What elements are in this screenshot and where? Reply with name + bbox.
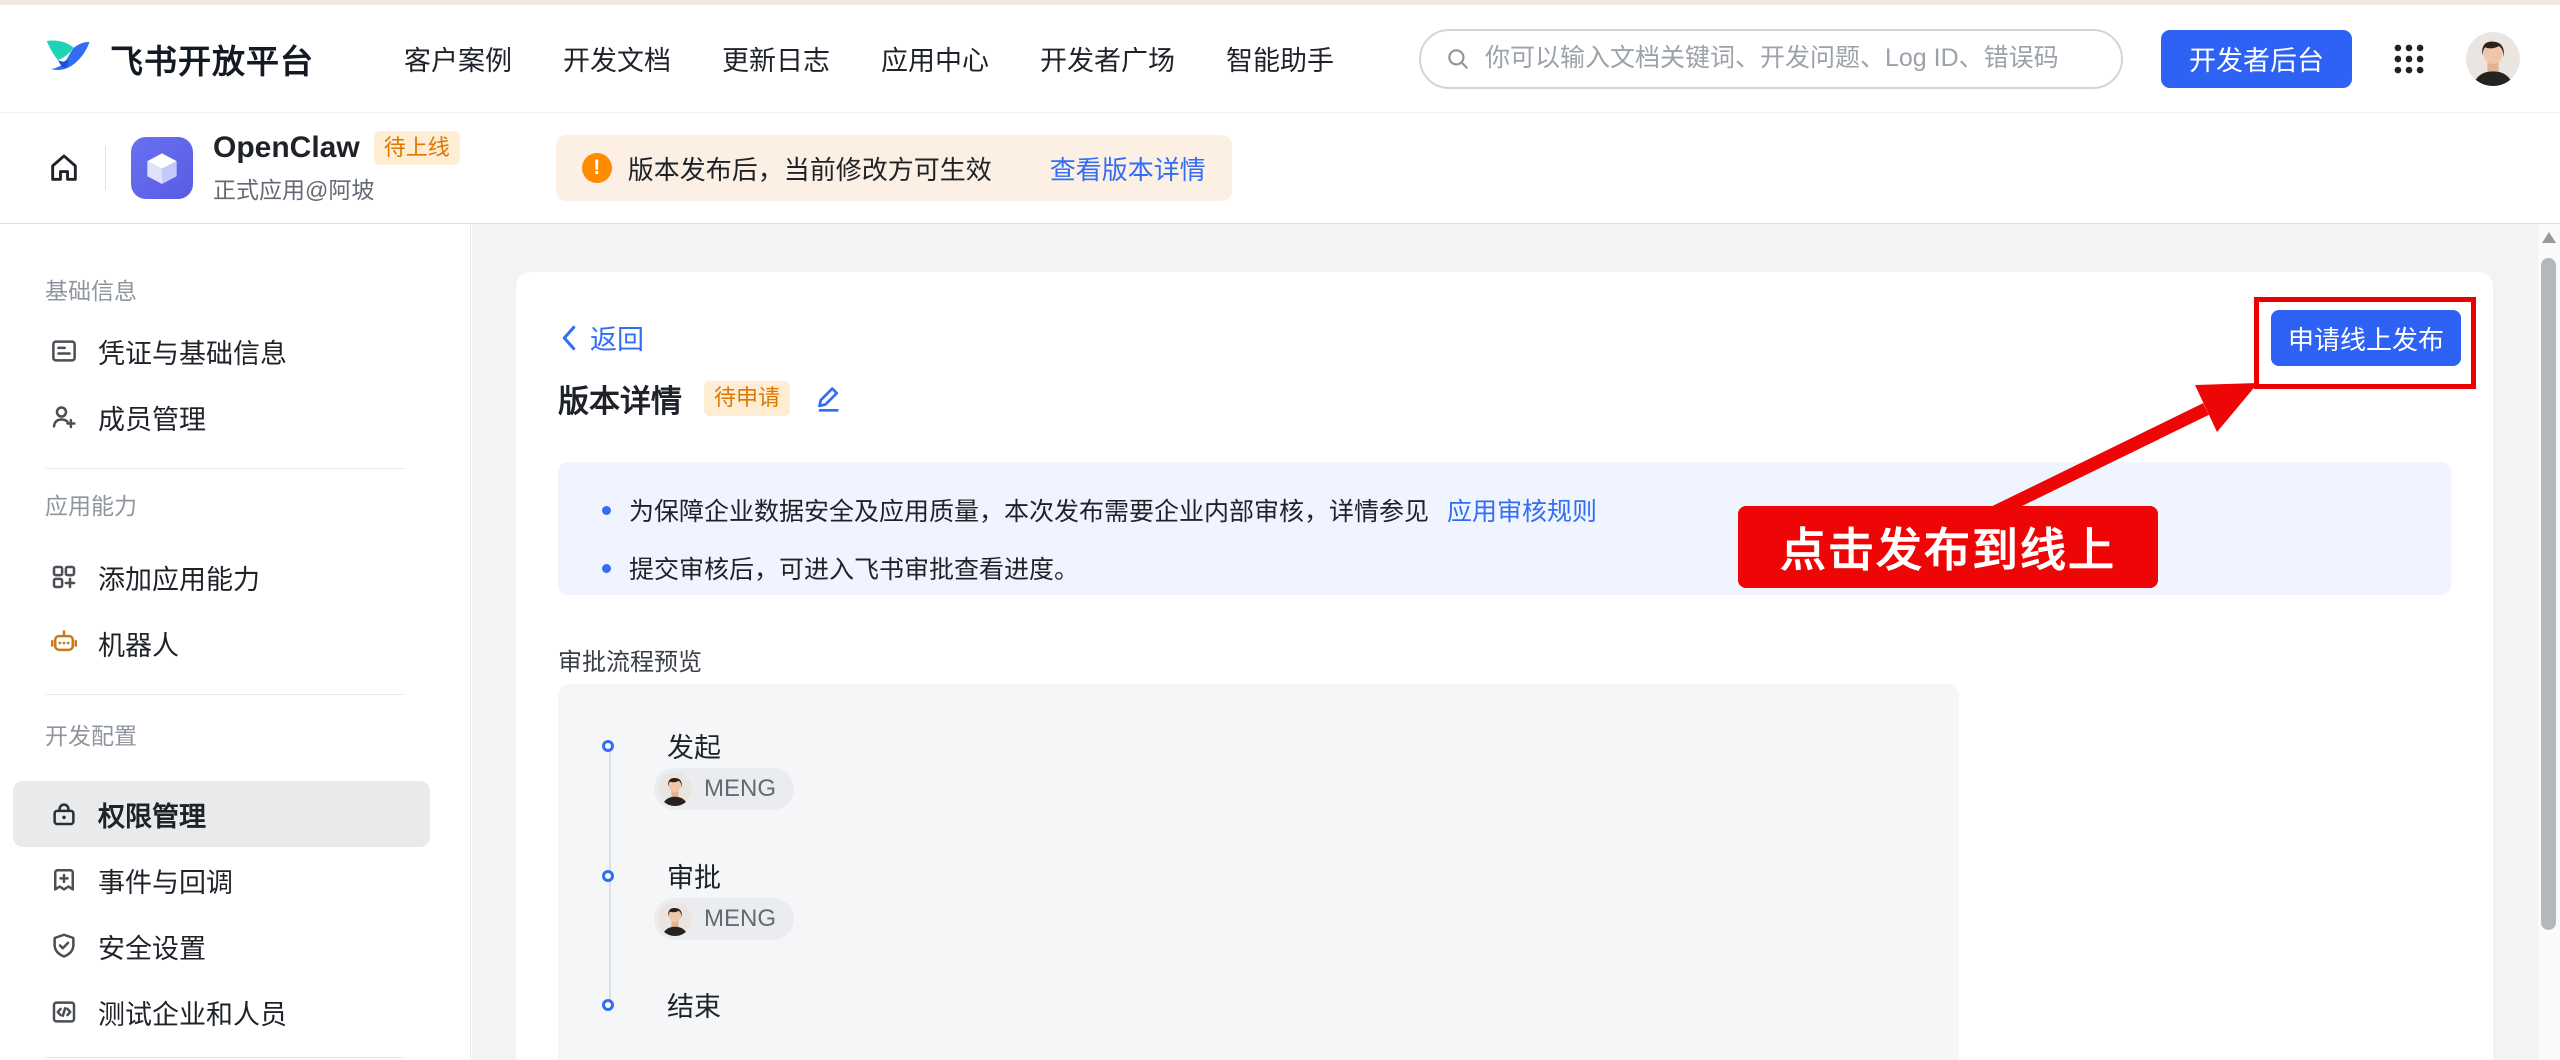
cube-icon	[140, 146, 184, 190]
sidebar-item-label: 测试企业和人员	[98, 993, 287, 1032]
robot-icon	[49, 628, 79, 658]
sidebar-item-label: 成员管理	[98, 398, 206, 437]
flow-step-label: 结束	[667, 985, 721, 1024]
app-subtitle: 正式应用@阿坡	[213, 171, 460, 205]
annotation-label: 点击发布到线上	[1738, 506, 2158, 588]
sidebar: 基础信息 凭证与基础信息 成员管理 应用能力 添加应用能力	[0, 224, 471, 1060]
sidebar-item-label: 权限管理	[98, 795, 206, 834]
user-avatar[interactable]	[2466, 32, 2520, 86]
sidebar-item-permissions[interactable]: 权限管理	[13, 781, 430, 847]
banner-text: 版本发布后，当前修改方可生效	[628, 150, 992, 187]
assignee-name: MENG	[704, 905, 776, 933]
notice-line-2: 提交审核后，可进入飞书审批查看进度。	[629, 550, 1079, 586]
sidebar-item-label: 事件与回调	[98, 861, 233, 900]
search-input[interactable]	[1485, 44, 2097, 73]
sidebar-item-label: 添加应用能力	[98, 558, 260, 597]
top-navbar: 飞书开放平台 客户案例 开发文档 更新日志 应用中心 开发者广场 智能助手 开发…	[0, 5, 2560, 113]
chevron-left-icon	[558, 325, 580, 351]
sidebar-heading-capabilities: 应用能力	[45, 487, 470, 515]
title-row: 版本详情 待申请	[558, 376, 844, 421]
scroll-up-arrow[interactable]	[2542, 232, 2556, 243]
apply-online-release-button[interactable]: 申请线上发布	[2271, 310, 2461, 366]
review-rules-link[interactable]: 应用审核规则	[1447, 492, 1597, 528]
navbar-right: 开发者后台	[1419, 29, 2520, 89]
notice-box: 为保障企业数据安全及应用质量，本次发布需要企业内部审核，详情参见应用审核规则 提…	[558, 462, 2451, 595]
view-version-detail-link[interactable]: 查看版本详情	[1050, 150, 1206, 187]
app-status-badge: 待上线	[374, 131, 460, 165]
search-box[interactable]	[1419, 29, 2123, 89]
version-detail-card: 返回 版本详情 待申请 为保障企业数据安全及应用质量，本次发布需要企业内部审核，…	[516, 272, 2493, 1060]
sidebar-item-bot[interactable]: 机器人	[13, 610, 430, 676]
sidebar-divider	[45, 468, 404, 469]
nav-item-ai-assistant[interactable]: 智能助手	[1226, 39, 1334, 78]
main-content: 返回 版本详情 待申请 为保障企业数据安全及应用质量，本次发布需要企业内部审核，…	[472, 224, 2538, 1060]
status-badge: 待申请	[704, 381, 790, 415]
sidebar-divider	[45, 694, 404, 695]
sidebar-item-security[interactable]: 安全设置	[13, 913, 430, 979]
feishu-logo[interactable]: 飞书开放平台	[40, 32, 314, 86]
assignee-avatar	[658, 902, 692, 936]
sidebar-item-label: 凭证与基础信息	[98, 332, 287, 371]
timeline-node	[602, 740, 614, 752]
flow-step-label: 发起	[667, 726, 721, 765]
app-name: OpenClaw	[213, 131, 360, 165]
header-divider	[105, 146, 106, 190]
bullet-icon	[602, 506, 611, 515]
shield-check-icon	[49, 931, 79, 961]
assignee-name: MENG	[704, 775, 776, 803]
nav-item-docs[interactable]: 开发文档	[563, 39, 671, 78]
assignee-chip: MENG	[654, 898, 794, 940]
timeline-node	[602, 870, 614, 882]
sidebar-item-label: 机器人	[98, 624, 179, 663]
search-icon	[1445, 46, 1471, 72]
nav-item-app-center[interactable]: 应用中心	[881, 39, 989, 78]
home-icon[interactable]	[47, 151, 81, 185]
sidebar-item-test-org[interactable]: 测试企业和人员	[13, 979, 430, 1045]
code-icon	[49, 997, 79, 1027]
approval-flow-heading: 审批流程预览	[558, 642, 702, 677]
nav-item-cases[interactable]: 客户案例	[404, 39, 512, 78]
sidebar-divider	[45, 1057, 404, 1058]
event-callback-icon	[49, 865, 79, 895]
feishu-logo-icon	[40, 32, 94, 86]
developer-console-button[interactable]: 开发者后台	[2161, 30, 2352, 88]
version-warning-banner: ! 版本发布后，当前修改方可生效 查看版本详情	[556, 135, 1232, 201]
grid-add-icon	[49, 562, 79, 592]
assignee-chip: MENG	[654, 768, 794, 810]
sidebar-item-label: 安全设置	[98, 927, 206, 966]
app-header: OpenClaw 待上线 正式应用@阿坡 ! 版本发布后，当前修改方可生效 查看…	[0, 113, 2560, 224]
app-icon	[131, 137, 193, 199]
sidebar-heading-dev-config: 开发配置	[45, 717, 470, 745]
nav-menu: 客户案例 开发文档 更新日志 应用中心 开发者广场 智能助手	[404, 39, 1334, 78]
page-title: 版本详情	[558, 376, 682, 421]
bullet-icon	[602, 564, 611, 573]
approval-flow-panel: 发起 MENG 审批 MENG 结束	[558, 684, 1959, 1060]
notice-line-1: 为保障企业数据安全及应用质量，本次发布需要企业内部审核，详情参见	[629, 492, 1429, 528]
sidebar-heading-basic-info: 基础信息	[45, 272, 470, 300]
sidebar-item-credentials[interactable]: 凭证与基础信息	[13, 318, 430, 384]
nav-item-dev-plaza[interactable]: 开发者广场	[1040, 39, 1175, 78]
back-link[interactable]: 返回	[558, 318, 644, 357]
lock-icon	[49, 799, 79, 829]
apps-grid-icon[interactable]	[2390, 40, 2428, 78]
person-add-icon	[49, 402, 79, 432]
nav-item-changelog[interactable]: 更新日志	[722, 39, 830, 78]
edit-icon[interactable]	[812, 383, 844, 415]
platform-title: 飞书开放平台	[110, 35, 314, 83]
warning-icon: !	[582, 153, 612, 183]
timeline-node	[602, 999, 614, 1011]
vertical-scrollbar[interactable]	[2538, 224, 2560, 1060]
sidebar-item-events[interactable]: 事件与回调	[13, 847, 430, 913]
flow-step-label: 审批	[667, 856, 721, 895]
assignee-avatar	[658, 772, 692, 806]
sidebar-item-members[interactable]: 成员管理	[13, 384, 430, 450]
credential-icon	[49, 336, 79, 366]
scrollbar-thumb[interactable]	[2541, 258, 2556, 930]
sidebar-item-add-capability[interactable]: 添加应用能力	[13, 544, 430, 610]
